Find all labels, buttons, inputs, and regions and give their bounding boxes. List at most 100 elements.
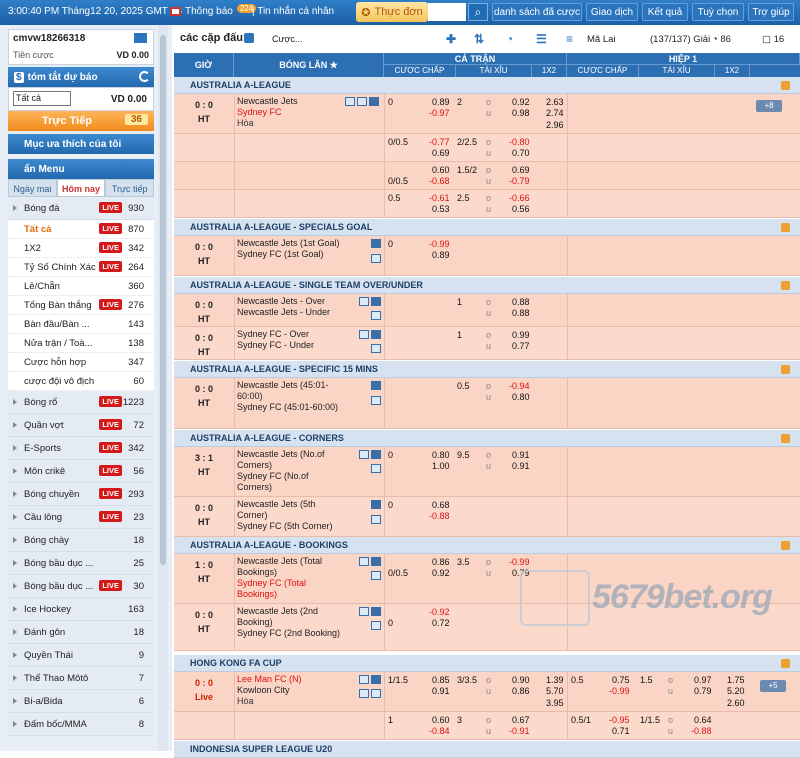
ticket-count[interactable]: ▢ 16: [762, 34, 784, 45]
sport-item[interactable]: Đánh gôn 18: [8, 621, 154, 644]
odds-cell[interactable]: -0.88: [429, 511, 450, 522]
results-button[interactable]: Kết quả: [642, 3, 688, 21]
odds-cell[interactable]: 0.72: [432, 618, 450, 629]
match-teams[interactable]: Newcastle Jets (2nd Booking) Sydney FC (2…: [237, 606, 341, 639]
odds-cell[interactable]: -0.99: [609, 686, 630, 697]
match-teams[interactable]: Lee Man FC (N) Kowloon City Hòa: [237, 674, 341, 707]
sport-subitem[interactable]: Tất cả LIVE 870: [8, 220, 154, 239]
menu-button[interactable]: ✪ Thực đơn: [356, 2, 428, 22]
sport-subitem[interactable]: Tổng Bàn thắng LIVE 276: [8, 296, 154, 315]
league-header[interactable]: AUSTRALIA A-LEAGUE: [174, 77, 800, 94]
sport-item[interactable]: Quần vợt LIVE 72: [8, 414, 154, 437]
odds-cell[interactable]: 0.69: [432, 148, 450, 159]
sport-item[interactable]: Môn crikê LIVE 56: [8, 460, 154, 483]
odds-cell[interactable]: 0.60: [432, 715, 450, 726]
odds-cell[interactable]: 0.67: [512, 715, 530, 726]
bet-filter-select[interactable]: Tất cả: [13, 91, 71, 106]
odds-cell[interactable]: -0.84: [429, 726, 450, 737]
sport-item[interactable]: Bóng rổ LIVE 1223: [8, 391, 154, 414]
odds-cell[interactable]: 0.86: [512, 686, 530, 697]
odds-cell[interactable]: -0.61: [429, 193, 450, 204]
odds-cell[interactable]: 0.80: [432, 450, 450, 461]
league-count[interactable]: (137/137) Giải: [650, 34, 710, 45]
odds-cell[interactable]: 0.91: [432, 686, 450, 697]
match-teams[interactable]: Newcastle Jets (Total Bookings) Sydney FC…: [237, 556, 341, 600]
odds-cell[interactable]: 0.64: [694, 715, 712, 726]
sport-item[interactable]: Thể Thao Môtô 7: [8, 667, 154, 690]
odds-type-select[interactable]: Mã Lai: [587, 34, 616, 45]
match-teams[interactable]: Newcastle Jets (1st Goal) Sydney FC (1st …: [237, 238, 341, 260]
more-markets-button[interactable]: +5: [760, 680, 786, 692]
match-icons[interactable]: [370, 381, 410, 408]
league-header[interactable]: AUSTRALIA A-LEAGUE - SPECIFIC 15 MINS: [174, 361, 800, 378]
menu-toggle[interactable]: ẩn Menu: [8, 159, 154, 179]
odds-cell[interactable]: 1.39: [546, 675, 564, 686]
league-header[interactable]: AUSTRALIA A-LEAGUE - CORNERS: [174, 430, 800, 447]
speaker-icon[interactable]: [244, 33, 254, 43]
odds-cell[interactable]: 0.75: [612, 675, 630, 686]
sport-item[interactable]: Quyền Thái 9: [8, 644, 154, 667]
notice-link[interactable]: Thông báo 224: [170, 4, 257, 17]
odds-cell[interactable]: 0.91: [512, 450, 530, 461]
odds-cell[interactable]: 0.71: [612, 726, 630, 737]
refresh-icon[interactable]: [139, 71, 150, 82]
match-teams[interactable]: Newcastle Jets (45:01-60:00) Sydney FC (4…: [237, 380, 341, 413]
sport-subitem[interactable]: Tỷ Số Chính Xác LIVE 264: [8, 258, 154, 277]
odds-cell[interactable]: 0.86: [432, 557, 450, 568]
match-teams[interactable]: Newcastle Jets Sydney FC Hòa: [237, 96, 341, 129]
odds-cell[interactable]: 0.89: [432, 97, 450, 108]
odds-cell[interactable]: -0.91: [509, 726, 530, 737]
odds-cell[interactable]: 0.90: [512, 675, 530, 686]
sort-icon[interactable]: ⇅: [474, 32, 484, 46]
odds-cell[interactable]: -0.99: [429, 239, 450, 250]
odds-cell[interactable]: 0.98: [512, 108, 530, 119]
odds-cell[interactable]: 2.74: [546, 108, 564, 119]
sport-item[interactable]: Bóng chày 18: [8, 529, 154, 552]
odds-cell[interactable]: -0.79: [509, 176, 530, 187]
match-icons[interactable]: [358, 297, 398, 323]
sport-subitem[interactable]: Lẻ/Chẵn 360: [8, 277, 154, 296]
sport-subitem[interactable]: Nửa trận / Toà... 138: [8, 334, 154, 353]
match-icons[interactable]: [344, 97, 384, 109]
options-button[interactable]: Tuỳ chọn: [692, 3, 744, 21]
odds-cell[interactable]: -0.97: [429, 108, 450, 119]
search-input[interactable]: [428, 3, 466, 21]
odds-cell[interactable]: -0.80: [509, 137, 530, 148]
odds-cell[interactable]: 0.68: [432, 500, 450, 511]
odds-cell[interactable]: -0.94: [509, 381, 530, 392]
odds-cell[interactable]: 0.92: [432, 568, 450, 579]
odds-cell[interactable]: -0.88: [691, 726, 712, 737]
match-teams[interactable]: Sydney FC - Over Sydney FC - Under: [237, 329, 341, 351]
odds-cell[interactable]: -0.66: [509, 193, 530, 204]
favorites-count[interactable]: ◔ 86: [712, 34, 731, 45]
sport-subitem[interactable]: cược đội vô địch 60: [8, 372, 154, 391]
more-markets-button[interactable]: +8: [756, 100, 782, 112]
odds-cell[interactable]: 0.99: [512, 330, 530, 341]
odds-cell[interactable]: -0.92: [429, 607, 450, 618]
mail-icon[interactable]: [134, 33, 147, 43]
odds-cell[interactable]: 0.69: [512, 165, 530, 176]
clock-icon[interactable]: ◔: [506, 32, 513, 46]
league-header[interactable]: INDONESIA SUPER LEAGUE U20: [174, 741, 800, 758]
transactions-button[interactable]: Giao dịch: [586, 3, 638, 21]
league-header[interactable]: AUSTRALIA A-LEAGUE - BOOKINGS: [174, 537, 800, 554]
odds-cell[interactable]: 0.60: [432, 165, 450, 176]
league-header[interactable]: AUSTRALIA A-LEAGUE - SINGLE TEAM OVER/UN…: [174, 277, 800, 294]
odds-cell[interactable]: 1.75: [727, 675, 745, 686]
search-button[interactable]: ⌕: [468, 3, 488, 21]
odds-cell[interactable]: 5.20: [727, 686, 745, 697]
tab-today[interactable]: Hôm nay: [56, 179, 106, 197]
sport-item[interactable]: Bóng bầu dục ... 25: [8, 552, 154, 575]
odds-cell[interactable]: 0.97: [694, 675, 712, 686]
odds-cell[interactable]: 0.79: [512, 568, 530, 579]
match-teams[interactable]: Newcastle Jets (5th Corner) Sydney FC (5t…: [237, 499, 341, 532]
live-button[interactable]: Trực Tiếp 36: [8, 111, 154, 131]
favorites-link[interactable]: Mục ưa thích của tôi: [8, 134, 154, 154]
tab-tomorrow[interactable]: Ngày mai: [8, 179, 57, 197]
odds-cell[interactable]: 0.56: [512, 204, 530, 215]
match-teams[interactable]: Newcastle Jets (No.of Corners) Sydney FC …: [237, 449, 341, 493]
odds-cell[interactable]: 0.79: [694, 686, 712, 697]
odds-cell[interactable]: -0.99: [509, 557, 530, 568]
help-button[interactable]: Trợ giúp: [748, 3, 794, 21]
sport-subitem[interactable]: 1X2 LIVE 342: [8, 239, 154, 258]
